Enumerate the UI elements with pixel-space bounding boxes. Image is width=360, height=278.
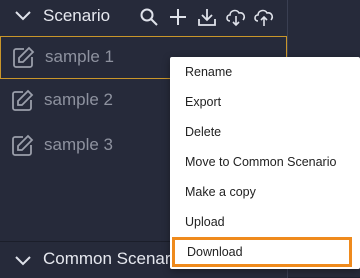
menu-item-move-to-common[interactable]: Move to Common Scenario <box>170 147 360 177</box>
menu-item-export[interactable]: Export <box>170 87 360 117</box>
common-scenario-title: Common Scenario <box>43 249 184 268</box>
cloud-upload-icon[interactable] <box>252 7 276 27</box>
list-item-label: sample 3 <box>44 135 113 154</box>
scenario-header: Scenario <box>0 0 288 35</box>
search-icon[interactable] <box>139 7 159 27</box>
edit-icon <box>12 134 34 156</box>
menu-item-download[interactable]: Download <box>172 237 352 267</box>
menu-item-make-copy[interactable]: Make a copy <box>170 177 360 207</box>
scenario-panel: Scenario sample 1 sample 2 sample 3 Comm… <box>0 0 360 278</box>
plus-icon[interactable] <box>168 7 188 27</box>
menu-item-rename[interactable]: Rename <box>170 57 360 87</box>
list-item-label: sample 2 <box>44 90 113 109</box>
edit-icon <box>12 89 34 111</box>
chevron-down-icon[interactable] <box>14 254 32 268</box>
context-menu: Rename Export Delete Move to Common Scen… <box>170 57 360 269</box>
edit-icon <box>13 46 35 68</box>
download-tray-icon[interactable] <box>196 7 218 27</box>
menu-item-delete[interactable]: Delete <box>170 117 360 147</box>
cloud-download-icon[interactable] <box>224 7 248 27</box>
chevron-down-icon[interactable] <box>14 9 32 23</box>
list-item-label: sample 1 <box>45 47 114 66</box>
scenario-title: Scenario <box>43 6 111 25</box>
menu-item-upload[interactable]: Upload <box>170 207 360 237</box>
